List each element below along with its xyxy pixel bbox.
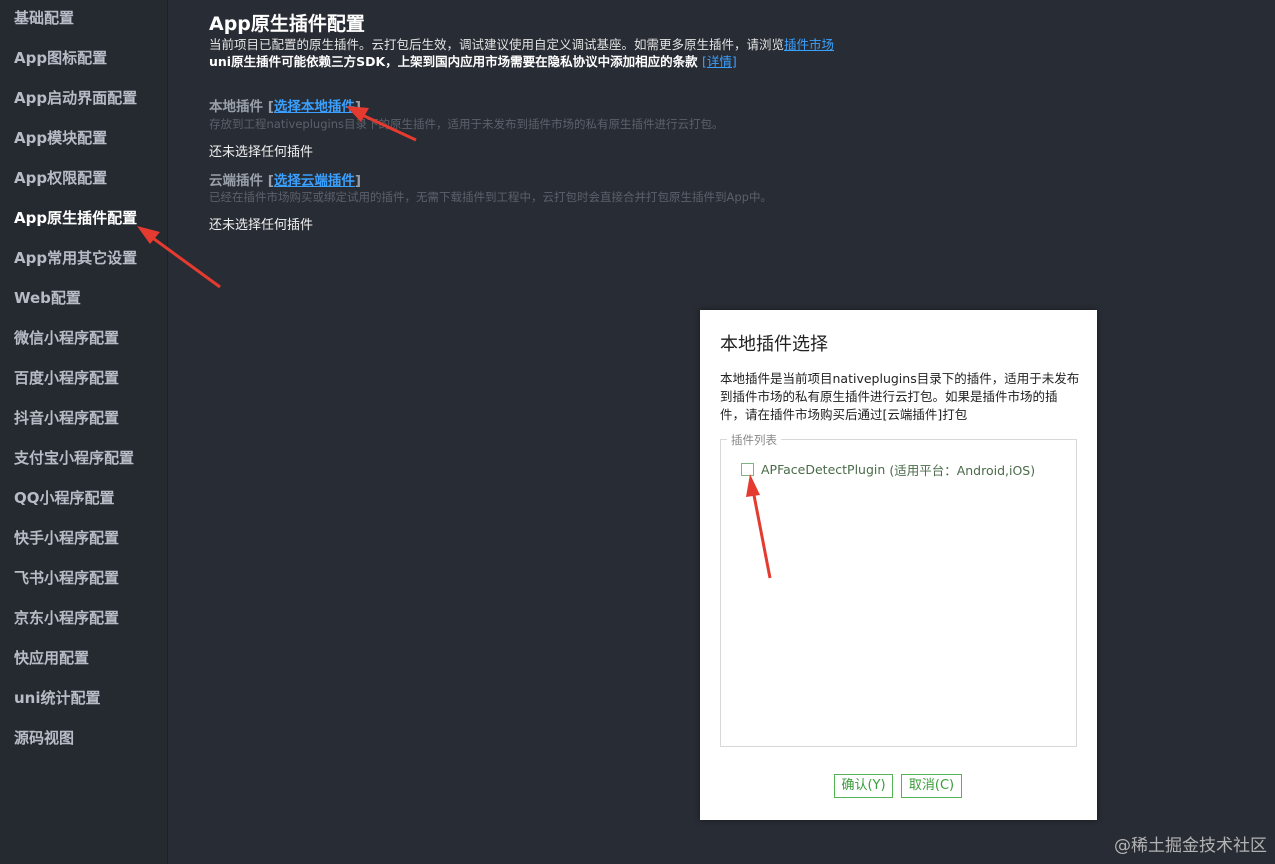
privacy-warning: uni原生插件可能依赖三方SDK，上架到国内应用市场需要在隐私协议中添加相应的条… — [209, 51, 737, 70]
local-plugins-label: 本地插件 — [209, 99, 263, 115]
cloud-plugins-hint: 已经在插件市场购买或绑定试用的插件，无需下载插件到工程中，云打包时会直接合并打包… — [209, 190, 772, 204]
plugin-list-fieldset: 插件列表 APFaceDetectPlugin (适用平台：Android,iO… — [720, 432, 1077, 747]
select-local-plugins-link[interactable]: 选择本地插件 — [274, 99, 355, 115]
plugin-checkbox[interactable] — [741, 462, 754, 476]
sidebar-item-app-other[interactable]: App常用其它设置 — [14, 246, 137, 270]
sidebar-item-alipay[interactable]: 支付宝小程序配置 — [14, 446, 134, 470]
cloud-bracket-close: ] — [354, 173, 362, 189]
sidebar-item-feishu[interactable]: 飞书小程序配置 — [14, 566, 119, 590]
cancel-button[interactable]: 取消(C) — [901, 774, 962, 798]
watermark: @稀土掘金技术社区 — [1114, 836, 1267, 856]
sidebar-item-qq[interactable]: QQ小程序配置 — [14, 486, 115, 510]
sidebar-item-app-native-plugins[interactable]: App原生插件配置 — [14, 206, 137, 230]
dialog-description: 本地插件是当前项目nativeplugins目录下的插件，适用于未发布到插件市场… — [720, 371, 1080, 422]
sidebar-item-app-icon[interactable]: App图标配置 — [14, 46, 107, 70]
plugin-platform: (适用平台：Android,iOS) — [889, 462, 1036, 478]
plugin-list-item[interactable]: APFaceDetectPlugin (适用平台：Android,iOS) — [741, 460, 1035, 478]
cloud-plugins-label: 云端插件 — [209, 173, 263, 189]
local-plugin-select-dialog: 本地插件选择 本地插件是当前项目nativeplugins目录下的插件，适用于未… — [700, 310, 1097, 820]
plugin-list-legend: 插件列表 — [727, 432, 781, 448]
sidebar-item-jd[interactable]: 京东小程序配置 — [14, 606, 119, 630]
local-bracket-close: ] — [354, 99, 362, 115]
sidebar-item-douyin[interactable]: 抖音小程序配置 — [14, 406, 119, 430]
local-plugins-empty: 还未选择任何插件 — [209, 145, 314, 160]
cloud-plugins-heading: 云端插件 [选择云端插件] — [209, 169, 361, 189]
sidebar-item-kuaishou[interactable]: 快手小程序配置 — [14, 526, 119, 550]
sidebar: 基础配置 App图标配置 App启动界面配置 App模块配置 App权限配置 A… — [0, 0, 168, 864]
sidebar-item-web[interactable]: Web配置 — [14, 286, 81, 310]
sidebar-item-baidu[interactable]: 百度小程序配置 — [14, 366, 119, 390]
sidebar-item-source-view[interactable]: 源码视图 — [14, 726, 74, 750]
privacy-warning-text: uni原生插件可能依赖三方SDK，上架到国内应用市场需要在隐私协议中添加相应的条… — [209, 54, 703, 69]
dialog-title: 本地插件选择 — [720, 334, 828, 355]
sidebar-item-weixin[interactable]: 微信小程序配置 — [14, 326, 119, 350]
page-title: App原生插件配置 — [209, 13, 365, 35]
confirm-button[interactable]: 确认(Y) — [834, 774, 893, 798]
sidebar-item-uni-stat[interactable]: uni统计配置 — [14, 686, 101, 710]
plugin-market-link[interactable]: 插件市场 — [784, 37, 834, 52]
local-plugins-hint: 存放到工程nativeplugins目录下的原生插件，适用于未发布到插件市场的私… — [209, 117, 724, 131]
sidebar-item-basic[interactable]: 基础配置 — [14, 6, 74, 30]
page-description-text: 当前项目已配置的原生插件。云打包后生效，调试建议使用自定义调试基座。如需更多原生… — [209, 37, 785, 52]
cloud-plugins-empty: 还未选择任何插件 — [209, 218, 314, 233]
select-cloud-plugins-link[interactable]: 选择云端插件 — [274, 173, 355, 189]
sidebar-item-quickapp[interactable]: 快应用配置 — [14, 646, 89, 670]
sidebar-item-app-splash[interactable]: App启动界面配置 — [14, 86, 137, 110]
sidebar-item-app-modules[interactable]: App模块配置 — [14, 126, 107, 150]
sidebar-item-app-permissions[interactable]: App权限配置 — [14, 166, 107, 190]
plugin-name: APFaceDetectPlugin — [761, 461, 886, 477]
details-link[interactable]: [详情] — [702, 54, 737, 69]
local-plugins-heading: 本地插件 [选择本地插件] — [209, 95, 361, 115]
